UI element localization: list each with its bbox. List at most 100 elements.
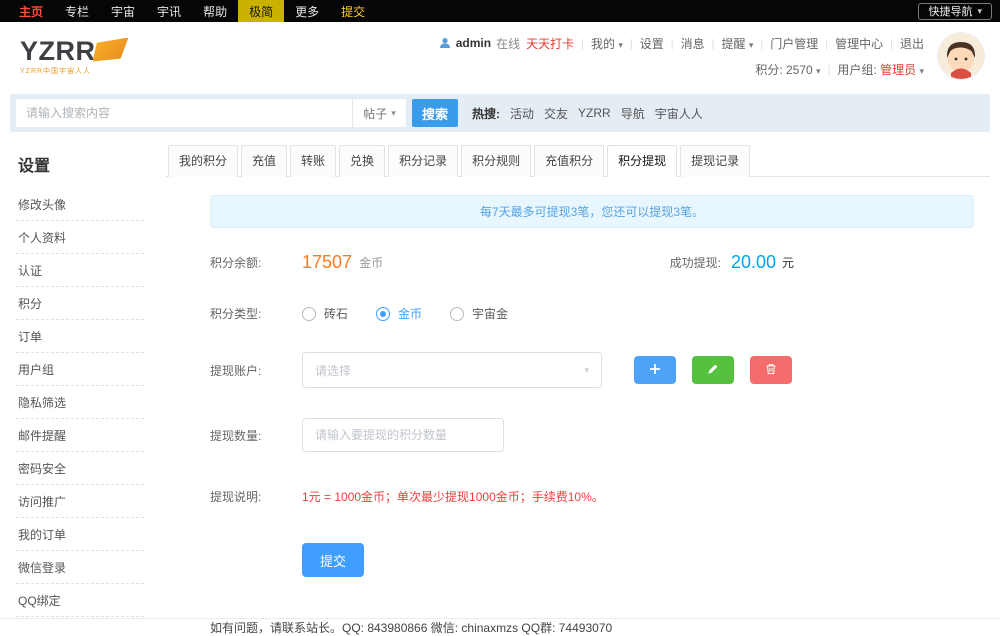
- user-menu-row: admin 在线 天天打卡 我的 ▾ 设置 消息 提醒 ▾ 门户管理 管理中心: [439, 35, 924, 52]
- menu-portal-admin[interactable]: 门户管理: [770, 35, 818, 52]
- username-link[interactable]: admin: [456, 36, 491, 50]
- nav-item-home[interactable]: 主页: [8, 0, 54, 22]
- withdraw-amount-input[interactable]: [302, 418, 504, 452]
- radio-gold[interactable]: 金币: [376, 305, 422, 322]
- chevron-down-icon: ▾: [977, 6, 982, 17]
- search-type-dropdown[interactable]: 帖子 ▾: [352, 99, 406, 127]
- hot-search-item[interactable]: 交友: [544, 105, 568, 122]
- main-panel: 我的积分 充值 转账 兑换 积分记录 积分规则 充值积分 积分提现 提现记录 每…: [166, 142, 990, 636]
- chevron-down-icon: ▾: [391, 108, 396, 119]
- tab-my-credits[interactable]: 我的积分: [168, 145, 238, 177]
- hot-search-item[interactable]: 活动: [510, 105, 534, 122]
- settings-sidebar: 设置 修改头像 个人资料 认证 积分 订单 用户组 隐私筛选 邮件提醒 密码安全…: [12, 142, 154, 636]
- tab-exchange[interactable]: 兑换: [339, 145, 385, 177]
- nav-item-help[interactable]: 帮助: [192, 0, 238, 22]
- quick-nav-label: 快捷导航: [928, 3, 972, 19]
- site-header: YZRR YZRR中国宇宙人人 admin 在线 天天打卡 我的 ▾ 设置: [0, 22, 1000, 90]
- type-label: 积分类型:: [210, 305, 302, 322]
- divider: [630, 36, 633, 50]
- nav-item-column[interactable]: 专栏: [54, 0, 100, 22]
- edit-account-button[interactable]: [692, 356, 734, 384]
- user-stats-row: 积分: 2570 ▾ 用户组: 管理员 ▾: [755, 61, 924, 78]
- menu-reminders[interactable]: 提醒 ▾: [721, 35, 753, 52]
- balance-label: 积分余额:: [210, 254, 302, 271]
- divider: [760, 36, 763, 50]
- nav-item-minimal[interactable]: 极简: [238, 0, 284, 22]
- radio-diamond[interactable]: 砖石: [302, 305, 348, 322]
- hot-search-label: 热搜:: [472, 105, 500, 122]
- nav-item-submit[interactable]: 提交: [330, 0, 376, 22]
- search-button[interactable]: 搜索: [412, 99, 458, 127]
- balance-value: 17507: [302, 252, 352, 273]
- hot-search-item[interactable]: 导航: [621, 105, 645, 122]
- nav-item-more[interactable]: 更多: [284, 0, 330, 22]
- logo-text: YZRR: [20, 38, 96, 65]
- account-label: 提现账户:: [210, 362, 302, 379]
- nav-item-news[interactable]: 宇讯: [146, 0, 192, 22]
- sidebar-item-profile[interactable]: 个人资料: [16, 221, 144, 254]
- quick-nav-button[interactable]: 快捷导航 ▾: [918, 3, 992, 20]
- chevron-down-icon: ▾: [584, 365, 589, 376]
- usergroup-dropdown[interactable]: 用户组: 管理员 ▾: [837, 61, 924, 78]
- menu-settings[interactable]: 设置: [640, 35, 664, 52]
- credit-tabs: 我的积分 充值 转账 兑换 积分记录 积分规则 充值积分 积分提现 提现记录: [166, 144, 990, 177]
- menu-admin-center[interactable]: 管理中心: [835, 35, 883, 52]
- menu-my[interactable]: 我的 ▾: [591, 35, 623, 52]
- divider: [712, 36, 715, 50]
- delete-account-button[interactable]: [750, 356, 792, 384]
- nav-item-universe[interactable]: 宇宙: [100, 0, 146, 22]
- sidebar-item-credits[interactable]: 积分: [16, 287, 144, 320]
- site-logo[interactable]: YZRR YZRR中国宇宙人人: [20, 38, 129, 75]
- tab-recharge-credits[interactable]: 充值积分: [534, 145, 604, 177]
- withdraw-account-select[interactable]: 请选择 ▾: [302, 352, 602, 388]
- divider: [581, 36, 584, 50]
- sidebar-item-my-orders[interactable]: 我的订单: [16, 518, 144, 551]
- radio-icon: [450, 307, 464, 321]
- avatar[interactable]: [938, 33, 984, 79]
- sidebar-item-wechat-login[interactable]: 微信登录: [16, 551, 144, 584]
- search-input[interactable]: [16, 99, 352, 127]
- search-bar: 帖子 ▾ 搜索 热搜: 活动 交友 YZRR 导航 宇宙人人: [10, 94, 990, 132]
- success-withdraw: 成功提现: 20.00 元: [670, 252, 794, 273]
- bottom-divider: [0, 618, 1000, 619]
- sidebar-item-avatar[interactable]: 修改头像: [16, 188, 144, 221]
- success-label: 成功提现:: [670, 254, 721, 271]
- online-status: 在线: [496, 35, 520, 52]
- sidebar-title: 设置: [16, 146, 144, 188]
- chevron-down-icon: ▾: [618, 40, 623, 50]
- menu-logout[interactable]: 退出: [900, 35, 924, 52]
- page: 主页 专栏 宇宙 宇讯 帮助 极简 更多 提交 快捷导航 ▾ YZRR YZRR…: [0, 0, 1000, 621]
- submit-button[interactable]: 提交: [302, 543, 364, 577]
- divider: [828, 62, 831, 76]
- divider: [825, 36, 828, 50]
- credits-dropdown[interactable]: 积分: 2570 ▾: [755, 61, 820, 78]
- chevron-down-icon: ▾: [749, 40, 754, 50]
- sidebar-item-verify[interactable]: 认证: [16, 254, 144, 287]
- sidebar-item-qq-bind[interactable]: QQ绑定: [16, 584, 144, 617]
- tab-recharge[interactable]: 充值: [241, 145, 287, 177]
- hot-search-item[interactable]: YZRR: [578, 106, 611, 120]
- sidebar-item-usergroup[interactable]: 用户组: [16, 353, 144, 386]
- tab-withdraw-log[interactable]: 提现记录: [680, 145, 750, 177]
- daily-checkin-link[interactable]: 天天打卡: [526, 35, 574, 52]
- plus-icon: [649, 363, 661, 378]
- trash-icon: [765, 363, 777, 378]
- sidebar-item-mail-notify[interactable]: 邮件提醒: [16, 419, 144, 452]
- user-icon: [439, 37, 451, 49]
- hot-search-item[interactable]: 宇宙人人: [655, 105, 703, 122]
- sidebar-item-privacy[interactable]: 隐私筛选: [16, 386, 144, 419]
- withdraw-notice: 每7天最多可提现3笔，您还可以提现3笔。: [210, 195, 974, 228]
- menu-messages[interactable]: 消息: [681, 35, 705, 52]
- avatar-image: [938, 33, 984, 79]
- tab-transfer[interactable]: 转账: [290, 145, 336, 177]
- tab-credit-rules[interactable]: 积分规则: [461, 145, 531, 177]
- tab-withdraw[interactable]: 积分提现: [607, 145, 677, 177]
- sidebar-item-orders[interactable]: 订单: [16, 320, 144, 353]
- add-account-button[interactable]: [634, 356, 676, 384]
- usergroup-value: 管理员: [880, 63, 916, 77]
- radio-cosmic-gold[interactable]: 宇宙金: [450, 305, 508, 322]
- sidebar-item-password[interactable]: 密码安全: [16, 452, 144, 485]
- tab-credit-log[interactable]: 积分记录: [388, 145, 458, 177]
- contact-footer: 如有问题，请联系站长。QQ: 843980866 微信: chinaxmzs Q…: [166, 619, 990, 636]
- sidebar-item-promotion[interactable]: 访问推广: [16, 485, 144, 518]
